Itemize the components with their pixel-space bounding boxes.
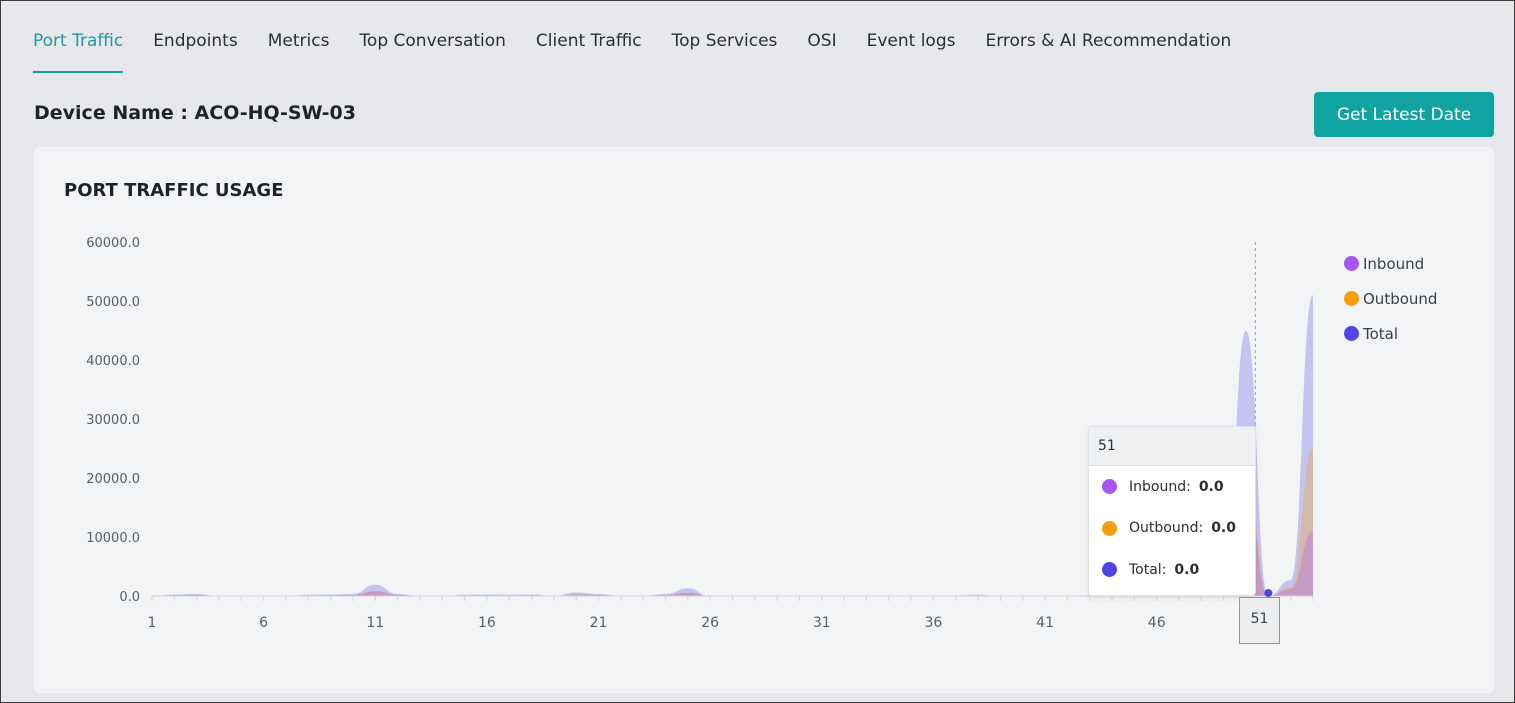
x-tick-label: 11 — [366, 615, 384, 631]
x-tick-label: 31 — [813, 615, 831, 631]
y-tick-label: 10000.0 — [86, 531, 140, 546]
tooltip-label: Inbound: — [1129, 478, 1191, 495]
tooltip-dot-icon — [1102, 479, 1117, 495]
legend-item-inbound[interactable]: Inbound — [1344, 246, 1437, 281]
tab-errors-ai[interactable]: Errors & AI Recommendation — [985, 21, 1231, 73]
get-latest-date-button[interactable]: Get Latest Date — [1314, 92, 1494, 137]
tab-client-traffic[interactable]: Client Traffic — [536, 21, 642, 73]
chart-legend: Inbound Outbound Total — [1344, 246, 1437, 351]
tooltip-header: 51 — [1089, 427, 1255, 466]
legend-label: Total — [1363, 324, 1399, 343]
legend-label: Outbound — [1363, 289, 1438, 308]
y-tick-label: 20000.0 — [86, 472, 140, 487]
tooltip-value: 0.0 — [1174, 561, 1200, 578]
device-name-title: Device Name : ACO-HQ-SW-03 — [34, 102, 356, 124]
legend-item-total[interactable]: Total — [1344, 316, 1437, 351]
x-tick-label: 6 — [259, 615, 268, 631]
y-tick-label: 40000.0 — [86, 354, 140, 369]
tooltip-label: Outbound: — [1129, 520, 1204, 537]
tab-metrics[interactable]: Metrics — [268, 21, 330, 73]
chart-tooltip: 51 Inbound: 0.0 Outbound: 0.0 Total: 0.0 — [1088, 426, 1256, 596]
x-tick-label: 41 — [1036, 615, 1054, 631]
x-tick-label: 26 — [701, 615, 719, 631]
tab-top-conversation[interactable]: Top Conversation — [359, 21, 505, 73]
legend-dot-icon — [1344, 291, 1359, 306]
tooltip-dot-icon — [1102, 562, 1117, 578]
tooltip-label: Total: — [1129, 561, 1167, 578]
tab-event-logs[interactable]: Event logs — [867, 21, 956, 73]
x-tick-label: 16 — [478, 615, 496, 631]
x-tick-label: 1 — [148, 615, 157, 631]
x-axis-hover-label: 51 — [1239, 597, 1280, 644]
legend-item-outbound[interactable]: Outbound — [1344, 281, 1437, 316]
tab-endpoints[interactable]: Endpoints — [153, 21, 238, 73]
y-tick-label: 50000.0 — [86, 295, 140, 310]
y-tick-label: 0.0 — [119, 590, 140, 605]
tab-top-services[interactable]: Top Services — [672, 21, 778, 73]
y-tick-label: 30000.0 — [86, 413, 140, 428]
tooltip-row-inbound: Inbound: 0.0 — [1089, 466, 1255, 508]
legend-dot-icon — [1344, 326, 1359, 341]
tab-osi[interactable]: OSI — [807, 21, 836, 73]
tooltip-row-outbound: Outbound: 0.0 — [1089, 508, 1255, 550]
y-tick-label: 60000.0 — [86, 236, 140, 251]
legend-label: Inbound — [1363, 254, 1425, 273]
tooltip-dot-icon — [1102, 520, 1117, 536]
port-traffic-card: PORT TRAFFIC USAGE 60000.0 50000.0 40000.0… — [34, 147, 1494, 693]
x-tick-label: 36 — [925, 615, 943, 631]
tooltip-value: 0.0 — [1211, 520, 1236, 537]
hover-point — [1264, 589, 1273, 597]
tab-bar: Port Traffic Endpoints Metrics Top Conve… — [33, 21, 1261, 73]
legend-dot-icon — [1344, 256, 1359, 271]
tooltip-value: 0.0 — [1198, 478, 1224, 495]
tooltip-row-total: Total: 0.0 — [1089, 549, 1255, 591]
x-tick-label: 46 — [1148, 615, 1166, 631]
x-tick-label: 21 — [590, 615, 608, 631]
tab-port-traffic[interactable]: Port Traffic — [33, 21, 124, 73]
